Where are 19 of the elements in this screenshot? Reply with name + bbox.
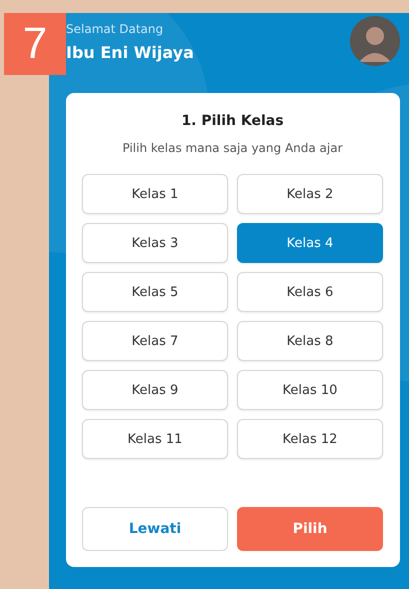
class-option[interactable]: Kelas 8 xyxy=(237,321,383,361)
card-title: 1. Pilih Kelas xyxy=(180,113,285,129)
step-number-badge: 7 xyxy=(4,13,66,75)
class-option[interactable]: Kelas 9 xyxy=(82,370,228,410)
class-option[interactable]: Kelas 2 xyxy=(237,174,383,214)
class-option[interactable]: Kelas 5 xyxy=(82,272,228,312)
class-option[interactable]: Kelas 11 xyxy=(82,419,228,459)
class-option[interactable]: Kelas 10 xyxy=(237,370,383,410)
class-option[interactable]: Kelas 7 xyxy=(82,321,228,361)
card-subtitle: Pilih kelas mana saja yang Anda ajar xyxy=(121,141,344,155)
class-option[interactable]: Kelas 6 xyxy=(237,272,383,312)
greeting-text: Selamat Datang xyxy=(66,22,164,36)
class-option[interactable]: Kelas 12 xyxy=(237,419,383,459)
user-name: Ibu Eni Wijaya xyxy=(66,43,194,62)
class-option[interactable]: Kelas 4 xyxy=(237,223,383,263)
skip-button[interactable]: Lewati xyxy=(82,507,228,551)
avatar-icon[interactable] xyxy=(350,16,400,66)
class-option[interactable]: Kelas 1 xyxy=(82,174,228,214)
class-option[interactable]: Kelas 3 xyxy=(82,223,228,263)
